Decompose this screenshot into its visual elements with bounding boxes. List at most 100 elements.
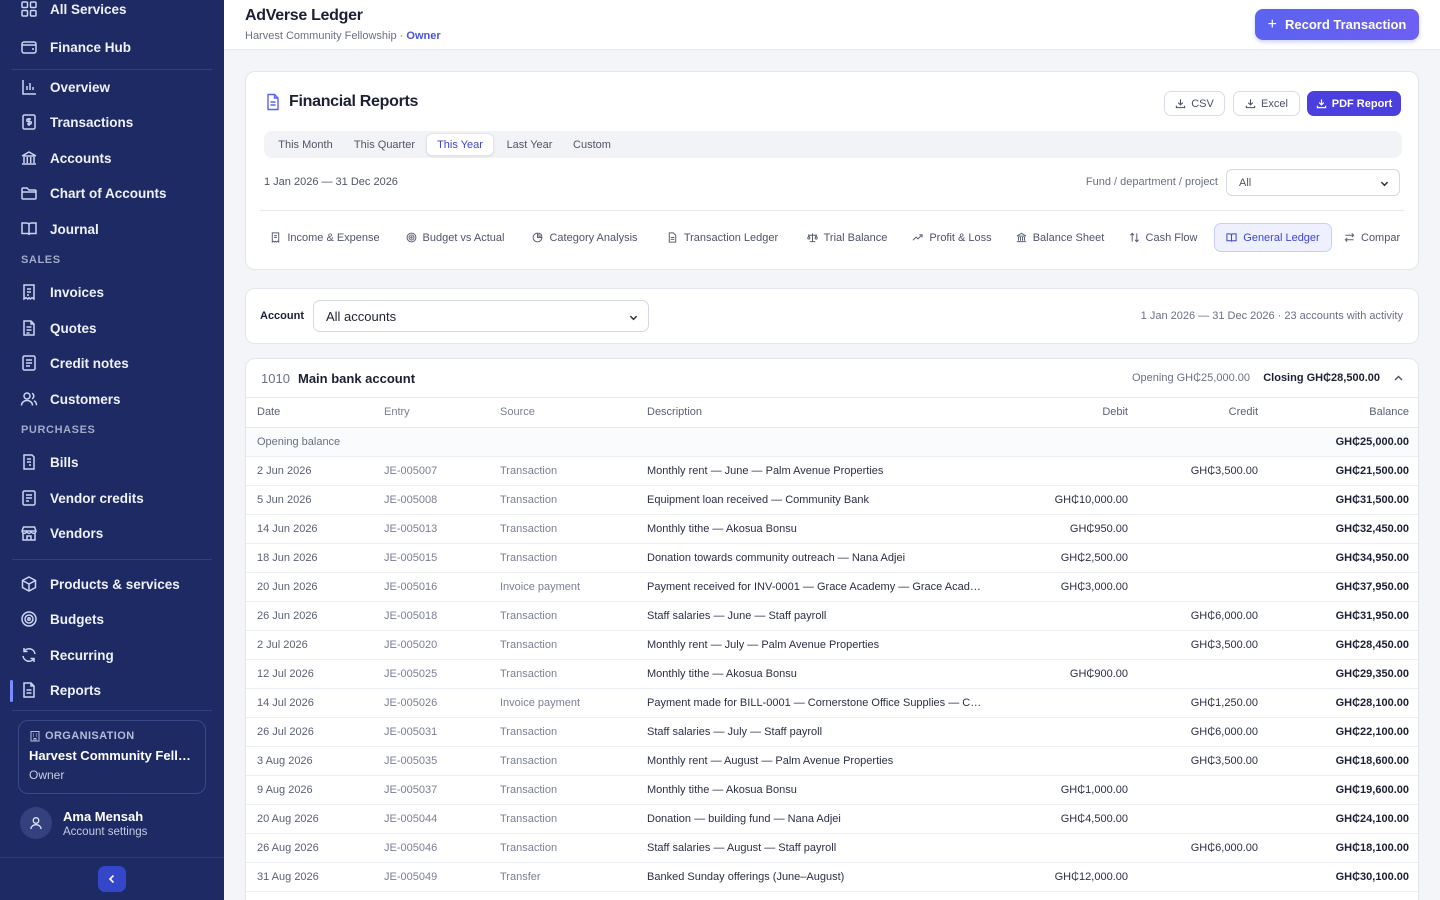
sidebar-item-quotes[interactable]: Quotes <box>12 313 212 343</box>
account-select[interactable]: All accounts <box>313 300 649 332</box>
record-transaction-button[interactable]: + Record Transaction <box>1255 9 1419 40</box>
sidebar-item-vendor-credits[interactable]: Vendor credits <box>12 483 212 513</box>
row-description: Donation towards community outreach — Na… <box>636 543 996 573</box>
report-tab-profit-loss[interactable]: Profit & Loss <box>909 223 995 252</box>
row-entry: JE-005013 <box>373 514 489 544</box>
table-row[interactable]: 31 Aug 2026 JE-005049 Transfer Banked Sunda… <box>246 862 1418 892</box>
account-filter-label: Account <box>260 310 304 322</box>
row-entry: JE-005031 <box>373 717 489 747</box>
row-date: 2 Jul 2026 <box>246 630 373 660</box>
report-tab-general-ledger[interactable]: General Ledger <box>1214 223 1332 252</box>
report-tab-budget-vs-actual[interactable]: Budget vs Actual <box>400 223 510 252</box>
column-header-credit: Credit <box>1139 398 1269 428</box>
row-balance: GH₵29,350.00 <box>1269 659 1418 689</box>
sidebar-item-credit-notes[interactable]: Credit notes <box>12 348 212 378</box>
table-row[interactable]: 12 Jul 2026 JE-005025 Transaction Monthly t… <box>246 659 1418 689</box>
date-range: 1 Jan 2026 — 31 Dec 2026 <box>264 176 398 188</box>
row-source: Transaction <box>489 717 636 747</box>
sidebar-item-finance-hub[interactable]: Finance Hub <box>12 32 212 62</box>
sidebar-item-chart-of-accounts[interactable]: Chart of Accounts <box>12 178 212 208</box>
organisation-card[interactable]: ORGANISATION Harvest Community Fello... … <box>18 720 206 794</box>
table-row[interactable]: 20 Aug 2026 JE-005044 Transaction Donation … <box>246 804 1418 834</box>
report-tab-transaction-ledger[interactable]: Transaction Ledger <box>660 223 785 252</box>
table-row[interactable]: 18 Jun 2026 JE-005015 Transaction Donation … <box>246 543 1418 573</box>
period-tab-custom[interactable]: Custom <box>563 133 621 156</box>
chevron-up-icon[interactable] <box>1393 373 1404 384</box>
sidebar-item-all-services[interactable]: All Services <box>12 0 212 24</box>
sidebar-item-customers[interactable]: Customers <box>12 384 212 414</box>
period-tab-last-year[interactable]: Last Year <box>496 133 563 156</box>
ledger-account-header[interactable]: 1010 Main bank account Opening GH₵25,000… <box>246 359 1418 398</box>
row-entry: JE-005020 <box>373 630 489 660</box>
row-credit <box>1139 543 1269 573</box>
sidebar-item-label: Recurring <box>50 647 114 663</box>
table-row[interactable]: 26 Aug 2026 JE-005046 Transaction Staff sal… <box>246 833 1418 863</box>
table-row[interactable]: 20 Jun 2026 JE-005016 Invoice payment Payme… <box>246 572 1418 602</box>
table-row[interactable]: 9 Aug 2026 JE-005037 Transaction Monthly ti… <box>246 775 1418 805</box>
report-tab-trial-balance[interactable]: Trial Balance <box>801 223 893 252</box>
row-date: 20 Jun 2026 <box>246 572 373 602</box>
export-csv-button[interactable]: CSV <box>1164 91 1225 116</box>
sidebar-item-recurring[interactable]: Recurring <box>12 640 212 670</box>
row-description: Monthly rent — August — Palm Avenue Prop… <box>636 746 996 776</box>
row-credit <box>1139 804 1269 834</box>
sidebar-item-transactions[interactable]: Transactions <box>12 107 212 137</box>
row-credit: GH₵3,500.00 <box>1139 456 1269 486</box>
sidebar-item-label: Budgets <box>50 611 104 627</box>
table-row[interactable]: 14 Jun 2026 JE-005013 Transaction Monthly t… <box>246 514 1418 544</box>
report-tab-balance-sheet[interactable]: Balance Sheet <box>1011 223 1109 252</box>
row-debit <box>996 746 1139 776</box>
row-source: Transaction <box>489 485 636 515</box>
table-row[interactable]: 2 Jul 2026 JE-005020 Transaction Monthly re… <box>246 630 1418 660</box>
row-balance: GH₵19,600.00 <box>1269 775 1418 805</box>
report-tab-category-analysis[interactable]: Category Analysis <box>526 223 644 252</box>
sidebar-item-journal[interactable]: Journal <box>12 214 212 244</box>
chevron-left-icon <box>108 874 115 884</box>
sidebar-item-budgets[interactable]: Budgets <box>12 604 212 634</box>
fund-filter-select[interactable]: All <box>1226 169 1400 196</box>
scale-icon <box>806 233 818 243</box>
user-account[interactable]: Ama Mensah Account settings <box>20 807 147 839</box>
period-tab-this-month[interactable]: This Month <box>266 133 345 156</box>
period-tab-this-year[interactable]: This Year <box>426 133 494 156</box>
sidebar-item-vendors[interactable]: Vendors <box>12 518 212 548</box>
account-settings-link[interactable]: Account settings <box>63 826 147 838</box>
report-tab-income-expense[interactable]: Income & Expense <box>266 223 384 252</box>
table-row[interactable]: 2 Jun 2026 JE-005007 Transaction Monthly re… <box>246 456 1418 486</box>
sidebar-item-label: Transactions <box>50 114 134 130</box>
row-source: Transaction <box>489 833 636 863</box>
opening-balance-value: GH₵25,000.00 <box>1269 427 1418 457</box>
sidebar-item-bills[interactable]: Bills <box>12 447 212 477</box>
plus-icon: + <box>1267 15 1277 33</box>
opening-balance-label: Opening balance <box>246 427 373 457</box>
sidebar-item-products-services[interactable]: Products & services <box>12 569 212 599</box>
table-row[interactable]: 14 Jul 2026 JE-005026 Invoice payment Payme… <box>246 688 1418 718</box>
row-credit: GH₵6,000.00 <box>1139 717 1269 747</box>
row-debit: GH₵950.00 <box>996 514 1139 544</box>
sidebar-item-label: Chart of Accounts <box>50 185 167 201</box>
row-entry: JE-005018 <box>373 601 489 631</box>
organisation-name: Harvest Community Fello... <box>29 748 195 763</box>
sidebar-item-label: Credit notes <box>50 355 129 371</box>
role-label: Owner <box>406 30 441 42</box>
period-tab-this-quarter[interactable]: This Quarter <box>345 133 424 156</box>
row-balance: GH₵18,600.00 <box>1269 746 1418 776</box>
column-header-balance: Balance <box>1269 398 1418 428</box>
export-pdf-button[interactable]: PDF Report <box>1307 91 1401 116</box>
report-tab-compare[interactable]: Compar <box>1344 223 1410 252</box>
row-entry: JE-005025 <box>373 659 489 689</box>
sidebar-item-overview[interactable]: Overview <box>12 72 212 102</box>
sidebar-item-invoices[interactable]: Invoices <box>12 277 212 307</box>
collapse-sidebar-button[interactable] <box>98 866 126 892</box>
report-tab-cash-flow[interactable]: Cash Flow <box>1125 223 1201 252</box>
sidebar-divider <box>0 857 224 858</box>
sidebar-item-reports[interactable]: Reports <box>12 675 212 705</box>
row-balance: GH₵30,100.00 <box>1269 862 1418 892</box>
table-row[interactable]: 5 Jun 2026 JE-005008 Transaction Equipment … <box>246 485 1418 515</box>
organisation-name: Harvest Community Fellowship <box>245 30 397 42</box>
table-row[interactable]: 26 Jun 2026 JE-005018 Transaction Staff sal… <box>246 601 1418 631</box>
table-row[interactable]: 3 Aug 2026 JE-005035 Transaction Monthly re… <box>246 746 1418 776</box>
table-row[interactable]: 26 Jul 2026 JE-005031 Transaction Staff sal… <box>246 717 1418 747</box>
export-excel-button[interactable]: Excel <box>1233 91 1300 116</box>
sidebar-item-accounts[interactable]: Accounts <box>12 143 212 173</box>
